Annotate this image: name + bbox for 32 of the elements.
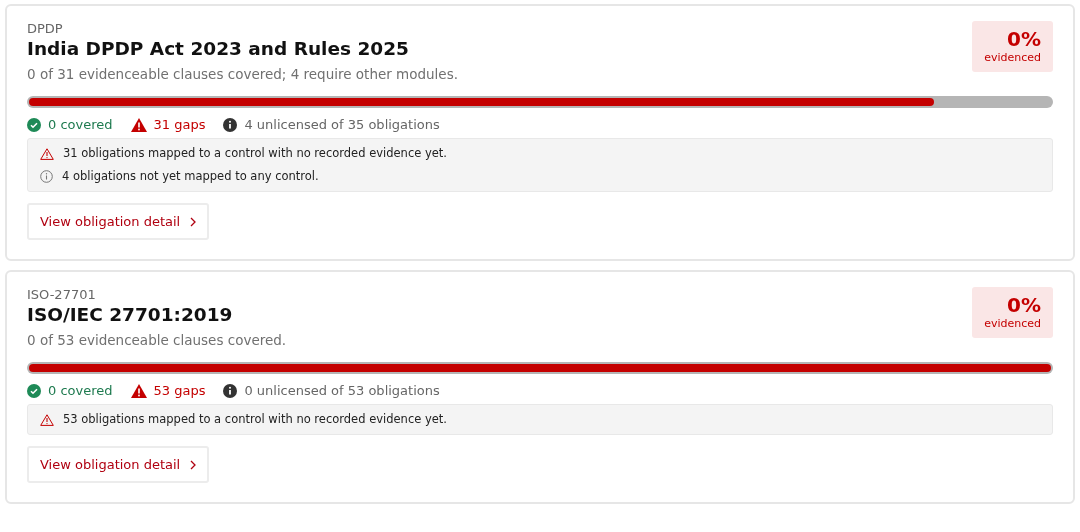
view-detail-button[interactable]: View obligation detail [27, 203, 210, 240]
framework-title: India DPDP Act 2023 and Rules 2025 [27, 37, 410, 61]
warning-icon [40, 147, 54, 160]
stat-text: 0 unlicensed of 53 obligations [244, 383, 440, 398]
info-icon [40, 170, 53, 183]
coverage-summary: 0 of 53 evidenceable clauses covered. [27, 331, 287, 350]
warning-icon [130, 383, 147, 398]
view-detail-button[interactable]: View obligation detail [27, 446, 210, 483]
stat-text: 31 gaps [153, 117, 206, 132]
info-icon [223, 383, 238, 398]
stat-text: 0 covered [48, 383, 113, 398]
score-value: 0% [1007, 27, 1041, 51]
framework-code: DPDP [27, 21, 64, 37]
coverage-summary: 0 of 31 evidenceable clauses covered; 4 require other modules. [27, 65, 458, 84]
warning-icon [130, 117, 147, 132]
chevron-right-icon [190, 459, 197, 470]
note-text: 53 obligations mapped to a control with no recorded evidence yet. [63, 413, 447, 426]
framework-code: ISO-27701 [27, 287, 97, 303]
chevron-right-icon [190, 216, 197, 227]
check-circle-icon [27, 383, 41, 398]
score-value: 0% [1007, 293, 1041, 317]
score-label: evidenced [984, 317, 1041, 331]
warning-icon [40, 413, 54, 426]
framework-title: ISO/IEC 27701:2019 [27, 303, 234, 327]
note-text: 4 obligations not yet mapped to any control. [62, 170, 319, 183]
check-circle-icon [27, 117, 41, 132]
stat-text: 4 unlicensed of 35 obligations [244, 117, 440, 132]
score-label: evidenced [984, 51, 1041, 65]
note-text: 31 obligations mapped to a control with no recorded evidence yet. [63, 147, 447, 160]
info-icon [223, 117, 238, 132]
stat-text: 0 covered [48, 117, 113, 132]
stat-text: 53 gaps [153, 383, 206, 398]
